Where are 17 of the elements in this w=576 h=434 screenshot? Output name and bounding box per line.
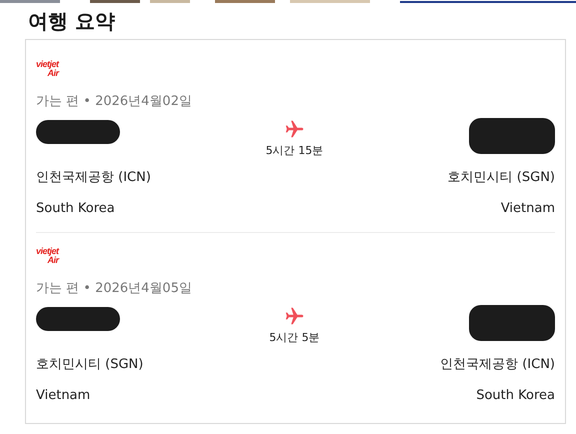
airplane-icon	[284, 118, 306, 140]
flight-duration: 5시간 5분	[269, 330, 320, 345]
airplane-icon	[284, 305, 306, 327]
airline-logo: vietjet Air	[36, 60, 59, 78]
airport-name: 호치민시티 (SGN)	[36, 357, 144, 373]
flight-date: 가는 편 • 2026년4월02일	[36, 93, 193, 110]
airport-name: 호치민시티 (SGN)	[448, 170, 555, 186]
country-name: Vietnam	[500, 201, 555, 217]
airline-logo: vietjet Air	[36, 247, 59, 265]
section-title: 여행 요약	[28, 8, 116, 35]
flight-date: 가는 편 • 2026년4월05일	[36, 280, 193, 297]
airport-name: 인천국제공항 (ICN)	[36, 170, 151, 186]
flight-duration: 5시간 15분	[266, 143, 324, 158]
country-name: South Korea	[36, 201, 115, 217]
country-name: Vietnam	[36, 388, 90, 404]
airport-name: 인천국제공항 (ICN)	[440, 357, 555, 373]
country-name: South Korea	[476, 388, 555, 404]
